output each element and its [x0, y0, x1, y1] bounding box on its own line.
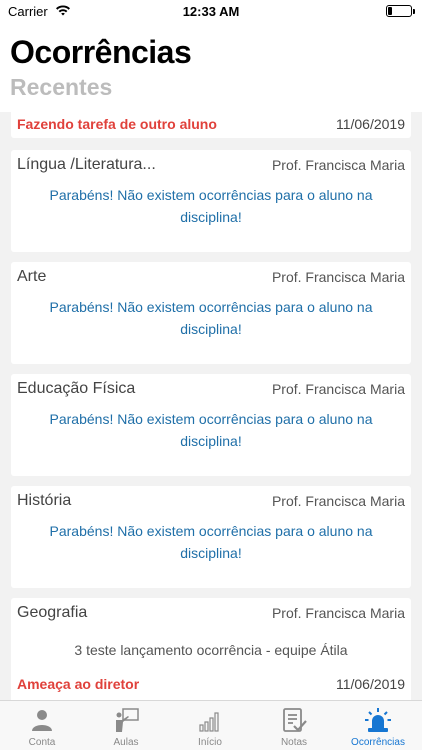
tab-label: Aulas: [113, 737, 139, 748]
teacher-name: Prof. Francisca Maria: [271, 493, 405, 509]
tab-inicio[interactable]: Início: [168, 701, 252, 750]
tab-notas[interactable]: Notas: [252, 701, 336, 750]
subject-name: Arte: [17, 268, 47, 285]
siren-icon: [365, 708, 391, 732]
teacher-name: Prof. Francisca Maria: [271, 269, 405, 285]
no-occurrence-message: Parabéns! Não existem ocorrências para o…: [49, 523, 373, 561]
tab-conta[interactable]: Conta: [0, 701, 84, 750]
subject-card[interactable]: Educação Física Prof. Francisca Maria Pa…: [11, 374, 411, 476]
tab-bar: Conta Aulas Início Notas Ocorrências: [0, 700, 422, 750]
teacher-name: Prof. Francisca Maria: [271, 605, 405, 621]
subject-name: Educação Física: [17, 380, 136, 397]
subject-card[interactable]: Língua /Literatura... Prof. Francisca Ma…: [11, 150, 411, 252]
occurrence-row[interactable]: Ameaça ao diretor 11/06/2019: [17, 676, 405, 696]
person-icon: [32, 710, 52, 731]
subject-name: História: [17, 492, 72, 509]
subject-name: Geografia: [17, 604, 88, 621]
section-subtitle: Recentes: [10, 74, 113, 100]
page-title: Ocorrências: [10, 34, 192, 70]
occurrence-date: 11/06/2019: [335, 116, 405, 132]
tab-label: Notas: [280, 737, 308, 748]
subject-card[interactable]: História Prof. Francisca Maria Parabéns!…: [11, 486, 411, 588]
teacher-name: Prof. Francisca Maria: [271, 157, 405, 173]
teacher-board-icon: [116, 708, 139, 732]
clock: 12:33 AM: [182, 4, 240, 19]
subject-card[interactable]: Arte Prof. Francisca Maria Parabéns! Não…: [11, 262, 411, 364]
tab-ocorrencias[interactable]: Ocorrências: [336, 701, 420, 750]
header: Ocorrências Recentes: [0, 24, 422, 112]
occurrence-title: Ameaça ao diretor: [17, 676, 140, 692]
teacher-name: Prof. Francisca Maria: [271, 381, 405, 397]
occurrence-note: 3 teste lançamento ocorrência - equipe Á…: [74, 642, 348, 658]
no-occurrence-message: Parabéns! Não existem ocorrências para o…: [49, 411, 373, 449]
occurrence-row[interactable]: Fazendo tarefa de outro aluno 11/06/2019: [17, 116, 405, 136]
no-occurrence-message: Parabéns! Não existem ocorrências para o…: [49, 299, 373, 337]
tab-label: Conta: [28, 737, 56, 748]
occurrence-date: 11/06/2019: [335, 676, 405, 692]
subject-card[interactable]: Geografia Prof. Francisca Maria 3 teste …: [11, 598, 411, 700]
occurrence-title: Fazendo tarefa de outro aluno: [17, 116, 217, 132]
subject-card[interactable]: Fazendo tarefa de outro aluno 11/06/2019: [11, 112, 411, 138]
tab-label: Início: [198, 737, 222, 748]
tab-label: Ocorrências: [351, 737, 405, 748]
status-bar: Carrier 12:33 AM: [0, 0, 422, 24]
subject-name: Língua /Literatura...: [17, 156, 156, 173]
no-occurrence-message: Parabéns! Não existem ocorrências para o…: [49, 187, 373, 225]
bar-chart-icon: [199, 712, 219, 732]
occurrence-list[interactable]: Fazendo tarefa de outro aluno 11/06/2019…: [0, 112, 422, 700]
tab-aulas[interactable]: Aulas: [84, 701, 168, 750]
battery-icon: [386, 5, 415, 17]
notes-check-icon: [283, 708, 307, 732]
